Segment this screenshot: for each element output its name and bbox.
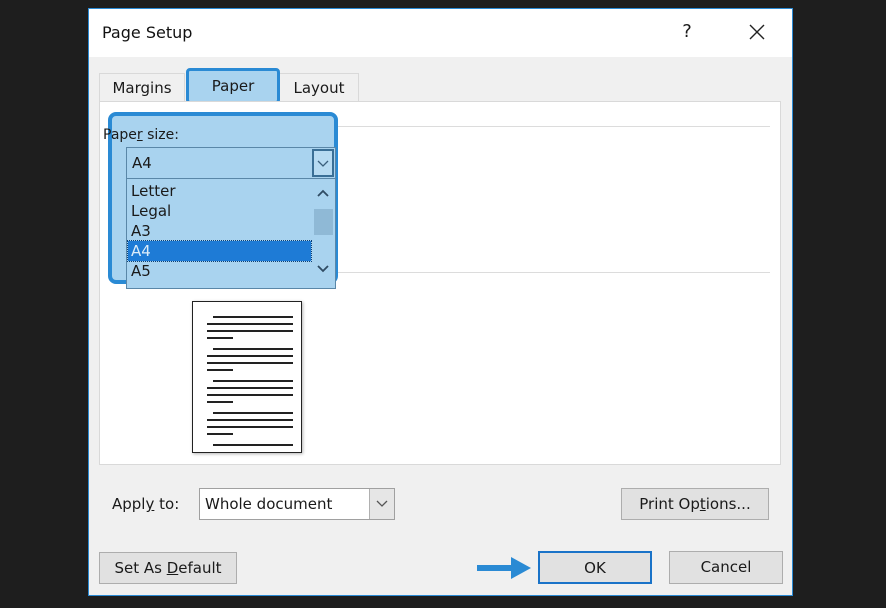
title-bar: Page Setup ? <box>89 9 792 57</box>
preview-line <box>207 401 233 403</box>
preview-line <box>207 433 233 435</box>
set-as-default-button[interactable]: Set As Default <box>99 552 237 584</box>
list-item-selected[interactable]: A4 <box>127 240 312 262</box>
preview-line <box>213 316 293 318</box>
arrow-right-icon <box>477 557 531 579</box>
list-item[interactable]: A3 <box>128 221 311 241</box>
paper-size-label: Paper size: <box>103 127 179 143</box>
help-button[interactable]: ? <box>676 20 698 44</box>
paper-size-list[interactable]: Letter Legal A3 A4 A5 <box>126 179 336 289</box>
tab-layout[interactable]: Layout <box>279 73 359 103</box>
preview-line <box>207 394 293 396</box>
list-scrollbar[interactable] <box>312 179 334 287</box>
tab-paper[interactable]: Paper <box>186 68 280 104</box>
list-item[interactable]: Legal <box>128 201 311 221</box>
print-options-button[interactable]: Print Options... <box>621 488 769 520</box>
preview-line <box>207 426 293 428</box>
dropdown-toggle[interactable] <box>369 489 394 519</box>
ok-button[interactable]: OK <box>538 551 652 584</box>
close-icon <box>749 24 765 40</box>
preview-line <box>207 323 293 325</box>
preview-line <box>213 380 293 382</box>
preview-line <box>207 419 293 421</box>
scrollbar-thumb[interactable] <box>314 209 333 235</box>
chevron-down-icon <box>376 500 388 507</box>
preview-line <box>207 330 293 332</box>
apply-to-value: Whole document <box>205 495 333 513</box>
close-button[interactable] <box>739 17 775 47</box>
page-preview <box>192 301 302 453</box>
page-setup-dialog: Page Setup ? Margins Layout Paper Pa Pap… <box>88 8 793 596</box>
cancel-button[interactable]: Cancel <box>669 551 783 584</box>
dialog-title: Page Setup <box>102 23 193 42</box>
apply-to-label: Apply to: <box>112 495 180 513</box>
preview-line <box>213 412 293 414</box>
scroll-down-icon[interactable] <box>316 263 330 275</box>
preview-line <box>207 387 293 389</box>
tab-margins[interactable]: Margins <box>99 73 185 103</box>
preview-line <box>213 444 293 446</box>
list-item[interactable]: A5 <box>128 261 311 281</box>
preview-line <box>207 337 233 339</box>
paper-size-dropdown[interactable]: A4 <box>126 147 336 179</box>
preview-line <box>213 348 293 350</box>
apply-to-dropdown[interactable]: Whole document <box>199 488 395 520</box>
chevron-down-icon <box>317 160 329 167</box>
preview-line <box>207 355 293 357</box>
preview-line <box>207 362 293 364</box>
paper-size-value: A4 <box>132 154 152 172</box>
list-item[interactable]: Letter <box>128 181 311 201</box>
preview-line <box>207 369 233 371</box>
dropdown-toggle[interactable] <box>312 149 334 177</box>
scroll-up-icon[interactable] <box>316 187 330 199</box>
